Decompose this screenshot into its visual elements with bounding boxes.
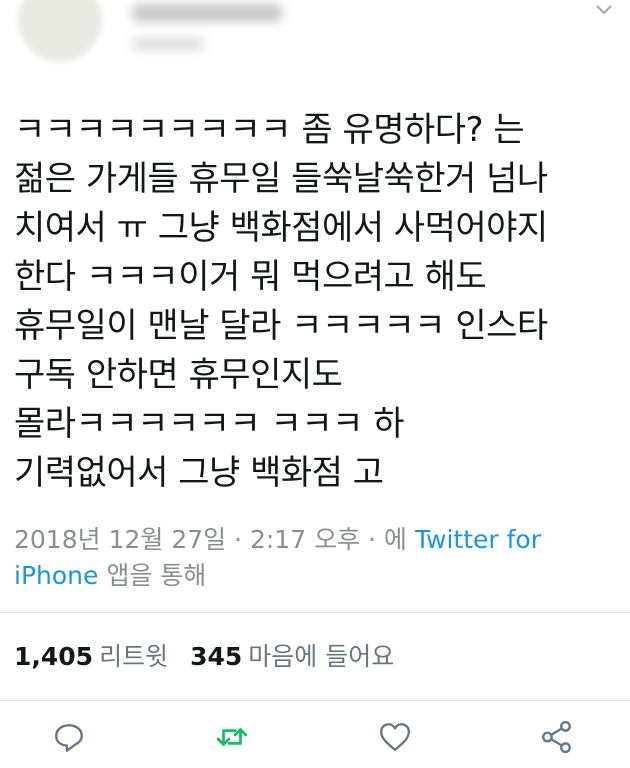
divider xyxy=(0,612,630,613)
tweet-line: 휴무일이 맨날 달라 ㅋㅋㅋㅋㅋ 인스타 xyxy=(14,306,548,346)
tweet-line: 젊은 가게들 휴무일 들쑥날쑥한거 넘나 xyxy=(14,159,548,199)
retweet-icon[interactable] xyxy=(215,720,249,754)
share-icon[interactable] xyxy=(540,720,574,754)
tweet-meta: 2018년 12월 27일 · 2:17 오후 · 에 Twitter for … xyxy=(14,522,614,594)
avatar[interactable] xyxy=(18,0,102,62)
tweet-line: ㅋㅋㅋㅋㅋㅋㅋㅋㅋ 좀 유명하다? 는 xyxy=(14,110,525,150)
tweet-stats: 1,405 리트윗 345 마음에 들어요 xyxy=(14,640,394,674)
tweet-line: 구독 안하면 휴무인지도 xyxy=(14,355,343,395)
retweets-count: 1,405 xyxy=(14,642,94,671)
tweet-header xyxy=(0,0,630,80)
likes-label: 마음에 들어요 xyxy=(248,642,395,671)
tweet-text: ㅋㅋㅋㅋㅋㅋㅋㅋㅋ 좀 유명하다? 는 젊은 가게들 휴무일 들쑥날쑥한거 넘나… xyxy=(14,106,614,498)
retweets-label: 리트윗 xyxy=(99,642,169,671)
timestamp[interactable]: 2018년 12월 27일 · 2:17 오후 · 에 xyxy=(14,525,407,554)
action-bar xyxy=(0,712,630,760)
display-name-blurred[interactable] xyxy=(132,4,282,22)
likes-stat[interactable]: 345 마음에 들어요 xyxy=(190,640,394,674)
tweet-line: 치여서 ㅠ 그냥 백화점에서 사먹어야지 xyxy=(14,208,548,248)
tweet-line: 한다 ㅋㅋㅋ이거 뭐 먹으려고 해도 xyxy=(14,257,487,297)
divider xyxy=(0,700,630,701)
tweet-line: 몰라ㅋㅋㅋㅋㅋㅋ ㅋㅋㅋ 하 xyxy=(14,404,404,444)
source-suffix: 앱을 통해 xyxy=(106,561,207,590)
tweet-line: 기력없어서 그냥 백화점 고 xyxy=(14,453,384,493)
reply-icon[interactable] xyxy=(52,720,86,754)
retweets-stat[interactable]: 1,405 리트윗 xyxy=(14,640,168,674)
likes-count: 345 xyxy=(190,642,243,671)
heart-icon[interactable] xyxy=(378,720,412,754)
username-blurred xyxy=(132,38,204,50)
chevron-down-icon[interactable] xyxy=(592,0,616,22)
